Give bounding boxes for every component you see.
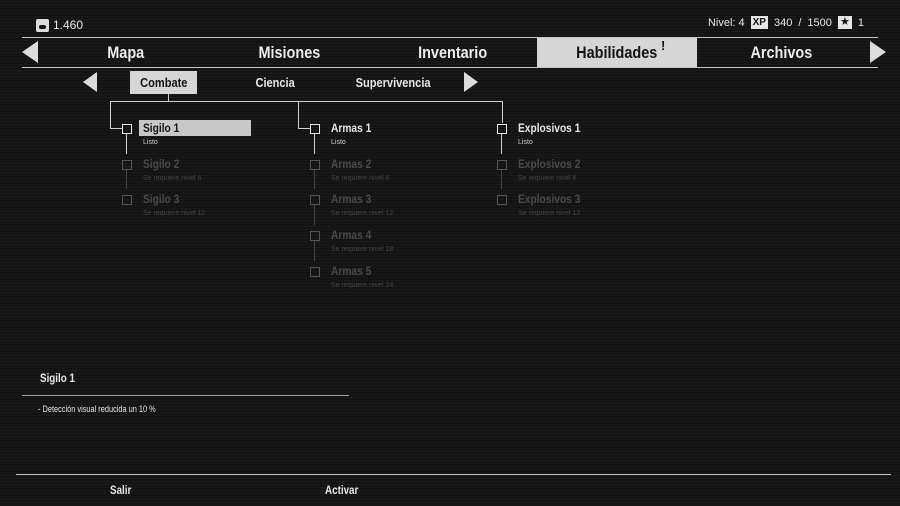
skill-checkbox[interactable] <box>122 195 132 205</box>
tree-connector <box>110 128 122 129</box>
skill-status: Listo <box>331 139 346 146</box>
nav-bottom-divider <box>22 67 878 68</box>
skill-checkbox[interactable] <box>122 160 132 170</box>
skill-armas-3[interactable]: Armas 3 <box>331 192 378 206</box>
tree-connector <box>298 128 310 129</box>
skill-checkbox[interactable] <box>122 124 132 134</box>
details-description: - Detección visual reducida un 10 % <box>38 404 156 414</box>
skill-status: Se requiere nivel 18 <box>331 246 394 253</box>
subtab-supervivencia[interactable]: Supervivencia <box>340 71 446 94</box>
skill-status: Listo <box>143 139 158 146</box>
xp-icon: XP <box>750 16 768 29</box>
tree-connector <box>501 170 502 189</box>
money-display: 1.460 <box>36 18 83 32</box>
exit-button[interactable]: Salir <box>110 483 131 497</box>
tree-connector <box>126 170 127 189</box>
skill-status: Se requiere nivel 12 <box>518 210 581 217</box>
skill-armas-5[interactable]: Armas 5 <box>331 264 378 278</box>
subtab-ciencia[interactable]: Ciencia <box>240 71 310 94</box>
tab-mapa[interactable]: Mapa <box>46 38 206 67</box>
money-icon <box>36 18 49 32</box>
tree-connector <box>168 94 169 101</box>
tree-connector <box>110 101 111 128</box>
xp-current: 340 <box>773 16 793 29</box>
tab-inventario[interactable]: Inventario <box>373 38 533 67</box>
subnav-prev-arrow-icon[interactable] <box>83 72 97 92</box>
subnav-next-arrow-icon[interactable] <box>464 72 478 92</box>
skill-status: Se requiere nivel 6 <box>143 175 202 182</box>
tree-connector <box>126 134 127 154</box>
skill-explosivos-1[interactable]: Explosivos 1 <box>518 121 591 135</box>
skill-status: Se requiere nivel 12 <box>331 210 394 217</box>
level-text: Nivel: 4 <box>707 16 745 29</box>
xp-separator: / <box>798 16 802 29</box>
skill-status: Se requiere nivel 6 <box>331 175 390 182</box>
tree-connector <box>110 101 502 102</box>
tree-connector <box>501 134 502 154</box>
skill-checkbox[interactable] <box>497 124 507 134</box>
skill-status: Se requiere nivel 12 <box>143 210 206 217</box>
skill-checkbox[interactable] <box>310 124 320 134</box>
skill-checkbox[interactable] <box>310 231 320 241</box>
money-value: 1.460 <box>53 18 84 32</box>
subtab-combate[interactable]: Combate <box>130 71 197 94</box>
skill-sigilo-3[interactable]: Sigilo 3 <box>143 192 186 206</box>
skill-armas-4[interactable]: Armas 4 <box>331 228 378 242</box>
skill-sigilo-1[interactable]: Sigilo 1 <box>139 120 251 136</box>
tab-archivos[interactable]: Archivos <box>701 38 861 67</box>
star-icon: ★ <box>837 16 852 29</box>
activate-button[interactable]: Activar <box>325 483 358 497</box>
skill-armas-2[interactable]: Armas 2 <box>331 157 378 171</box>
footer-divider <box>16 474 891 475</box>
tree-connector <box>298 101 299 128</box>
details-divider <box>22 395 349 396</box>
skill-checkbox[interactable] <box>310 267 320 277</box>
nav-prev-arrow-icon[interactable] <box>22 41 38 63</box>
xp-max: 1500 <box>807 16 832 29</box>
skill-armas-1[interactable]: Armas 1 <box>331 121 378 135</box>
skill-explosivos-2[interactable]: Explosivos 2 <box>518 157 591 171</box>
skill-checkbox[interactable] <box>497 195 507 205</box>
tab-habilidades[interactable]: Habilidades <box>537 38 697 67</box>
tab-misiones[interactable]: Misiones <box>209 38 369 67</box>
skill-status: Se requiere nivel 6 <box>518 175 577 182</box>
skill-status: Listo <box>518 139 533 146</box>
skill-checkbox[interactable] <box>310 195 320 205</box>
player-stats: Nivel: 4 XP 340 / 1500 ★ 1 <box>708 16 864 29</box>
tree-connector <box>314 134 315 154</box>
skill-sigilo-2[interactable]: Sigilo 2 <box>143 157 186 171</box>
nav-next-arrow-icon[interactable] <box>870 41 886 63</box>
skill-explosivos-3[interactable]: Explosivos 3 <box>518 192 591 206</box>
details-title: Sigilo 1 <box>40 371 76 385</box>
tree-connector <box>314 241 315 261</box>
tree-connector <box>314 170 315 189</box>
tree-connector <box>502 101 503 123</box>
skill-checkbox[interactable] <box>497 160 507 170</box>
new-alert-badge: ! <box>661 38 666 53</box>
skill-checkbox[interactable] <box>310 160 320 170</box>
skill-status: Se requiere nivel 24 <box>331 282 394 289</box>
star-count: 1 <box>857 16 864 29</box>
tree-connector <box>314 205 315 225</box>
